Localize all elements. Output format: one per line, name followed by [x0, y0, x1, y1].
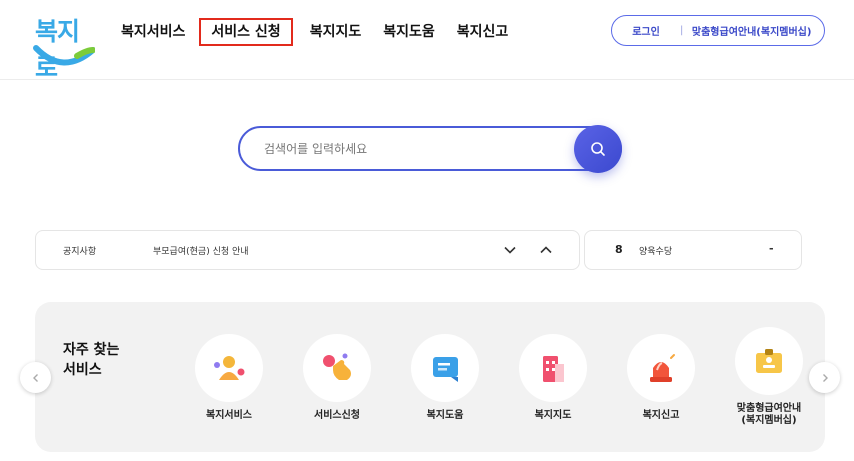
notice-label: 공지사항: [63, 247, 97, 257]
main-nav: 복지서비스 서비스 신청 복지지도 복지도움 복지신고: [121, 18, 530, 46]
keyword-rank: 8: [615, 243, 623, 256]
logo-smile-icon: [33, 45, 95, 66]
notice-next-button[interactable]: [502, 242, 518, 258]
search-bar: [238, 125, 622, 173]
chevron-down-icon: [504, 246, 516, 254]
nav-welfare-help[interactable]: 복지도움: [383, 21, 435, 45]
search-input[interactable]: [264, 128, 564, 169]
frequent-services-panel: 자주 찾는 서비스 복지서비스 서비스신청 복지도움 복지지도 복지신고 맞춤형…: [35, 302, 825, 452]
service-item-welfare-report[interactable]: 복지신고: [613, 334, 709, 422]
service-label-line-2: (복지멤버십): [741, 415, 797, 426]
service-icon-circle: [627, 334, 695, 402]
hand-click-icon: [323, 353, 351, 380]
custom-benefit-link[interactable]: 맞춤형급여안내(복지멤버십): [683, 23, 824, 38]
search-button[interactable]: [574, 125, 622, 173]
notice-bar: 공지사항 부모급여(현금) 신청 안내: [35, 230, 580, 270]
service-label: 복지도움: [426, 410, 464, 421]
nav-welfare-report[interactable]: 복지신고: [457, 21, 509, 45]
service-label: 복지서비스: [206, 410, 252, 421]
service-label: 맞춤형급여안내 (복지멤버십): [721, 403, 817, 427]
service-icon-circle: [519, 334, 587, 402]
building-icon: [543, 356, 564, 382]
service-item-custom-benefit[interactable]: 맞춤형급여안내 (복지멤버십): [721, 327, 817, 427]
keyword-text: 양육수당: [639, 247, 673, 257]
frequent-services-title: 자주 찾는 서비스: [63, 340, 143, 380]
chevron-up-icon: [540, 246, 552, 254]
person-icon: [214, 356, 245, 380]
service-label: 복지지도: [534, 410, 572, 421]
chat-card-icon: [433, 357, 458, 382]
nav-service-application[interactable]: 서비스 신청: [199, 18, 293, 46]
user-menu: 로그인 | 맞춤형급여안내(복지멤버십): [611, 15, 825, 46]
chevron-left-icon: [32, 373, 38, 382]
chevron-right-icon: [822, 373, 828, 382]
logo[interactable]: 복지로: [33, 12, 95, 82]
carousel-next-button[interactable]: [809, 362, 840, 393]
search-icon: [591, 142, 605, 156]
notice-prev-button[interactable]: [538, 242, 554, 258]
service-icon-circle: [195, 334, 263, 402]
nav-welfare-services[interactable]: 복지서비스: [121, 21, 185, 45]
service-item-welfare-services[interactable]: 복지서비스: [181, 334, 277, 422]
carousel-prev-button[interactable]: [20, 362, 51, 393]
service-icon-circle: [411, 334, 479, 402]
keyword-change: -: [769, 242, 774, 255]
service-label: 복지신고: [642, 410, 680, 421]
popular-keyword[interactable]: 8 양육수당 -: [584, 230, 802, 270]
service-icon-circle: [303, 334, 371, 402]
nav-welfare-map[interactable]: 복지지도: [310, 21, 362, 45]
service-item-service-application[interactable]: 서비스신청: [289, 334, 385, 422]
site-header: 복지로 복지서비스 서비스 신청 복지지도 복지도움 복지신고 로그인 | 맞춤…: [0, 0, 854, 82]
id-card-icon: [756, 349, 782, 373]
service-item-welfare-help[interactable]: 복지도움: [397, 334, 493, 422]
service-label-line-1: 맞춤형급여안내: [736, 403, 802, 414]
title-line-1: 자주 찾는: [63, 342, 120, 358]
login-link[interactable]: 로그인: [612, 23, 680, 38]
service-item-welfare-map[interactable]: 복지지도: [505, 334, 601, 422]
service-icon-circle: [735, 327, 803, 395]
title-line-2: 서비스: [63, 362, 102, 378]
service-label: 서비스신청: [314, 410, 360, 421]
notice-text[interactable]: 부모급여(현금) 신청 안내: [153, 244, 249, 257]
siren-icon: [650, 354, 675, 382]
